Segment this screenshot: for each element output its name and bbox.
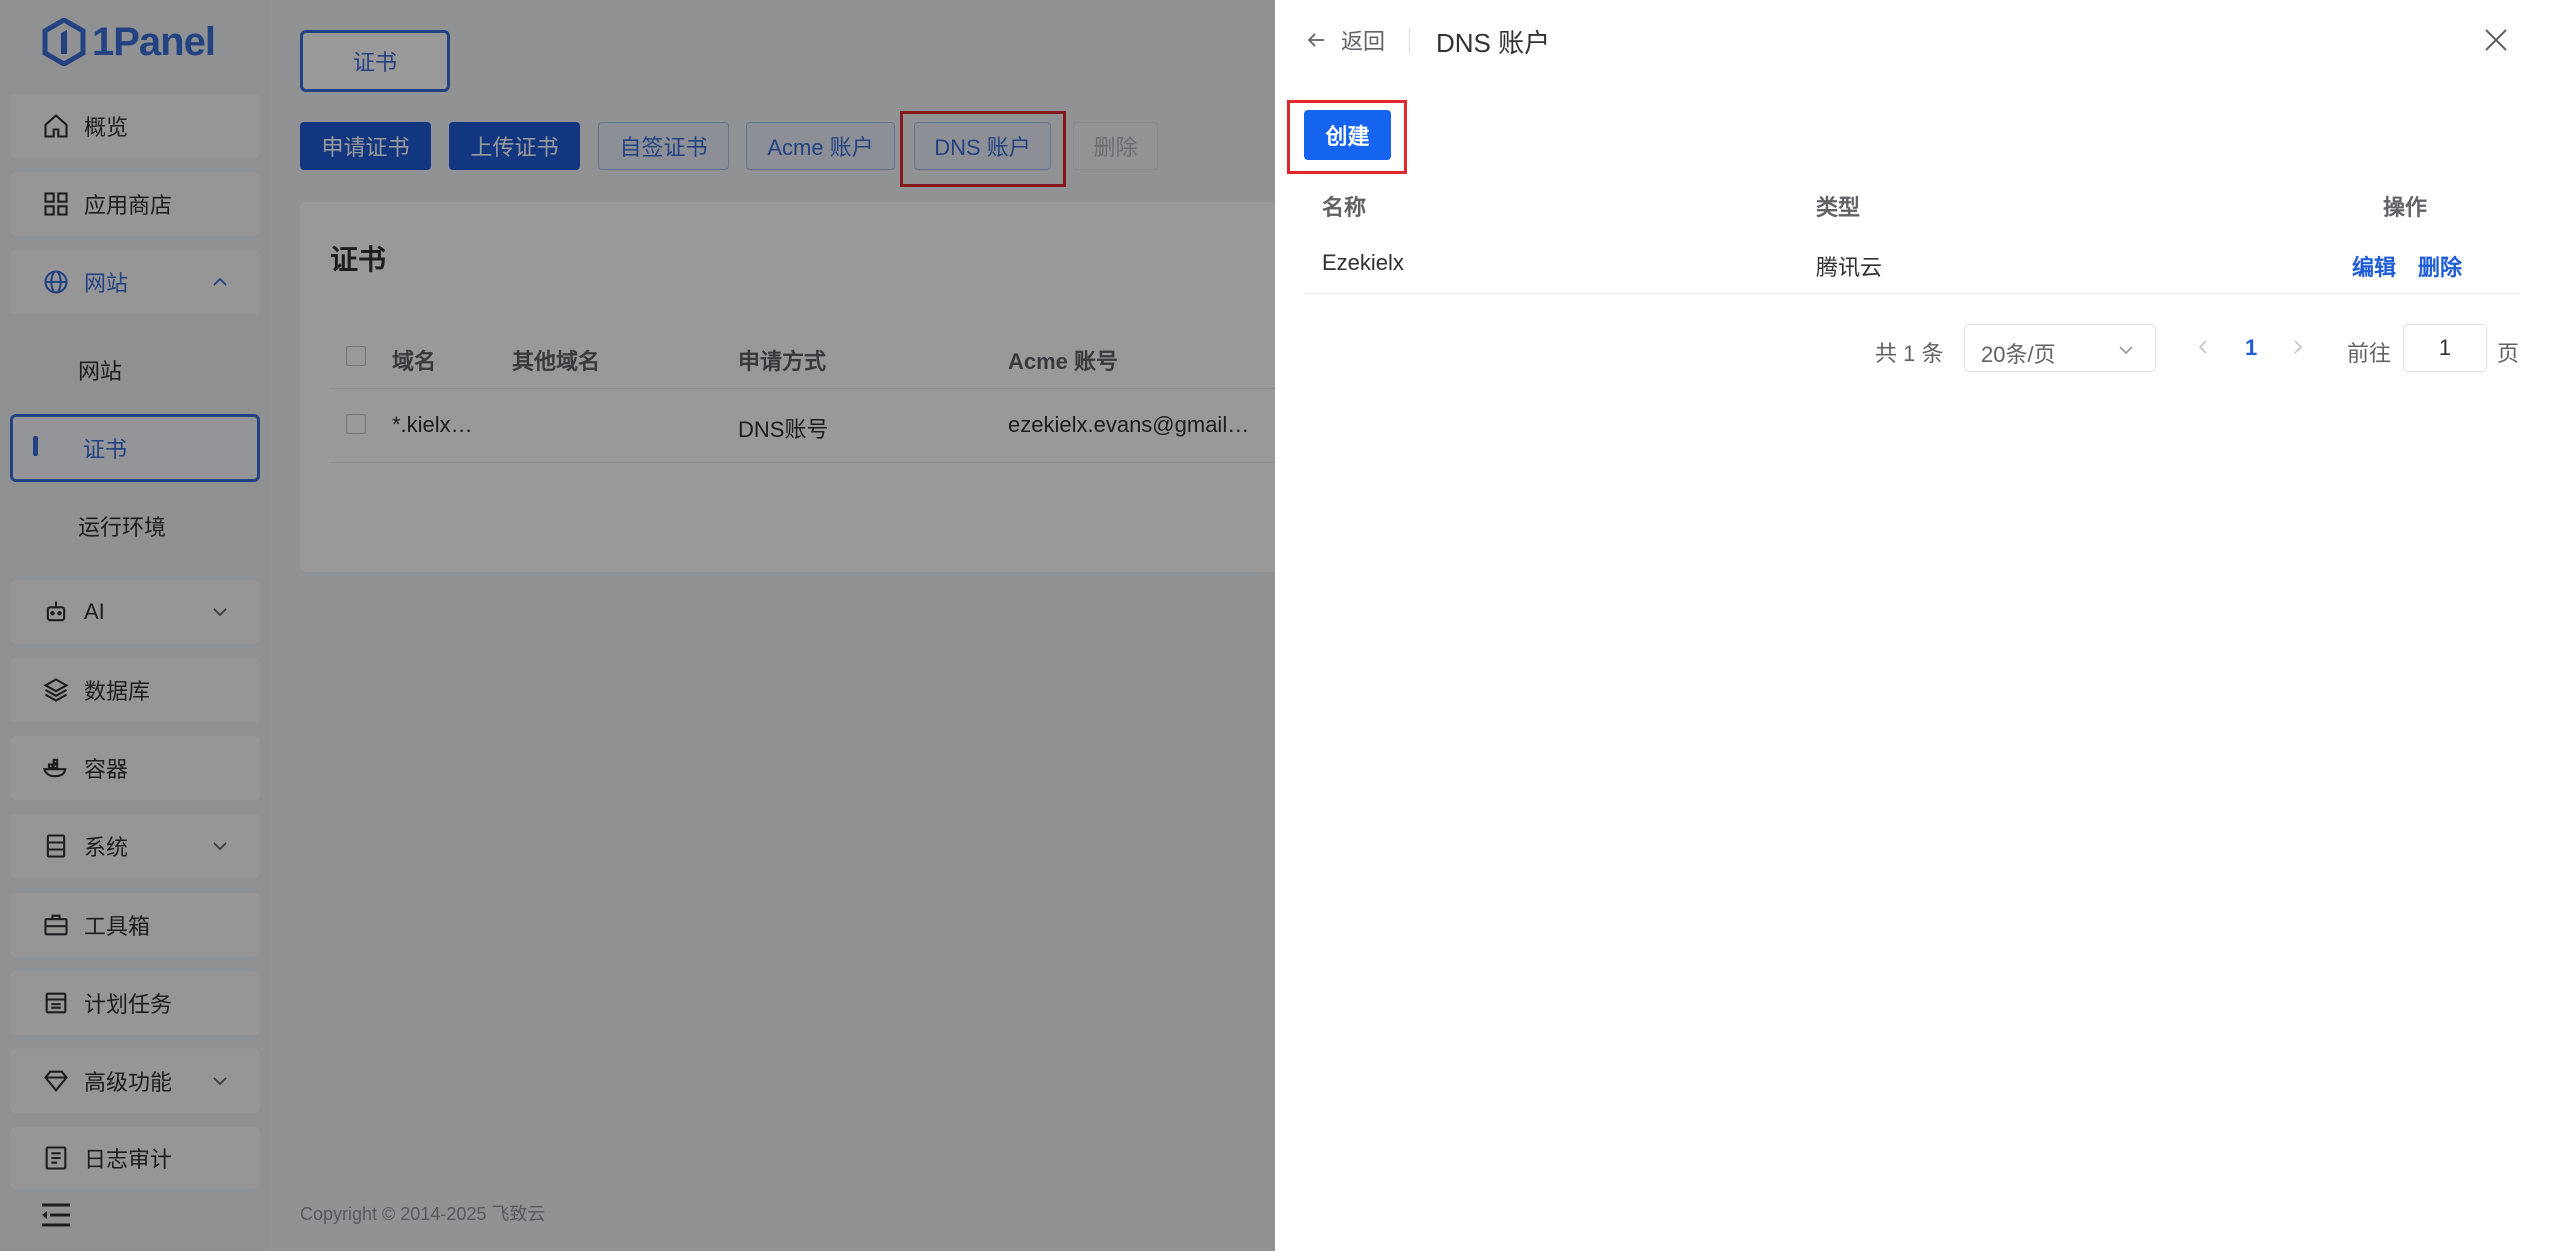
goto-page-input[interactable]: 1	[2403, 324, 2487, 372]
back-label: 返回	[1341, 29, 1386, 54]
edit-link[interactable]: 编辑	[2352, 250, 2396, 282]
goto-page-value: 1	[2438, 335, 2452, 360]
chevron-down-icon	[2119, 346, 2133, 355]
chevron-left-icon[interactable]	[2194, 338, 2212, 356]
cell-name: Ezekielx	[1322, 250, 1404, 275]
cell-type: 腾讯云	[1816, 255, 1883, 280]
page-size-value: 20条/页	[1981, 342, 2056, 367]
dns-account-drawer: 返回 DNS 账户 创建 名称 类型 操作 Ezekielx 腾讯云 编辑 删除…	[1275, 0, 2549, 1251]
goto-label: 前往	[2347, 341, 2392, 366]
page-size-select[interactable]: 20条/页	[1964, 324, 2156, 372]
page-suffix: 页	[2497, 341, 2520, 366]
pagination-total: 共 1 条	[1875, 341, 1944, 366]
button-label: 创建	[1325, 124, 1370, 149]
close-icon[interactable]	[2483, 27, 2509, 53]
chevron-right-icon[interactable]	[2289, 338, 2307, 356]
column-header-name: 名称	[1322, 195, 1367, 220]
column-header-type: 类型	[1816, 195, 1861, 220]
column-header-actions: 操作	[2383, 195, 2428, 220]
arrow-left-icon	[1307, 33, 1324, 47]
back-link[interactable]: 返回	[1305, 24, 1385, 56]
create-button[interactable]: 创建	[1304, 110, 1391, 160]
modal-overlay[interactable]	[0, 0, 1275, 1251]
divider	[1409, 28, 1410, 54]
current-page[interactable]: 1	[2245, 335, 2257, 361]
delete-link[interactable]: 删除	[2418, 250, 2462, 282]
divider	[1305, 293, 2520, 294]
drawer-title: DNS 账户	[1436, 28, 1551, 58]
table-row: Ezekielx 腾讯云 编辑 删除	[1305, 230, 2520, 294]
